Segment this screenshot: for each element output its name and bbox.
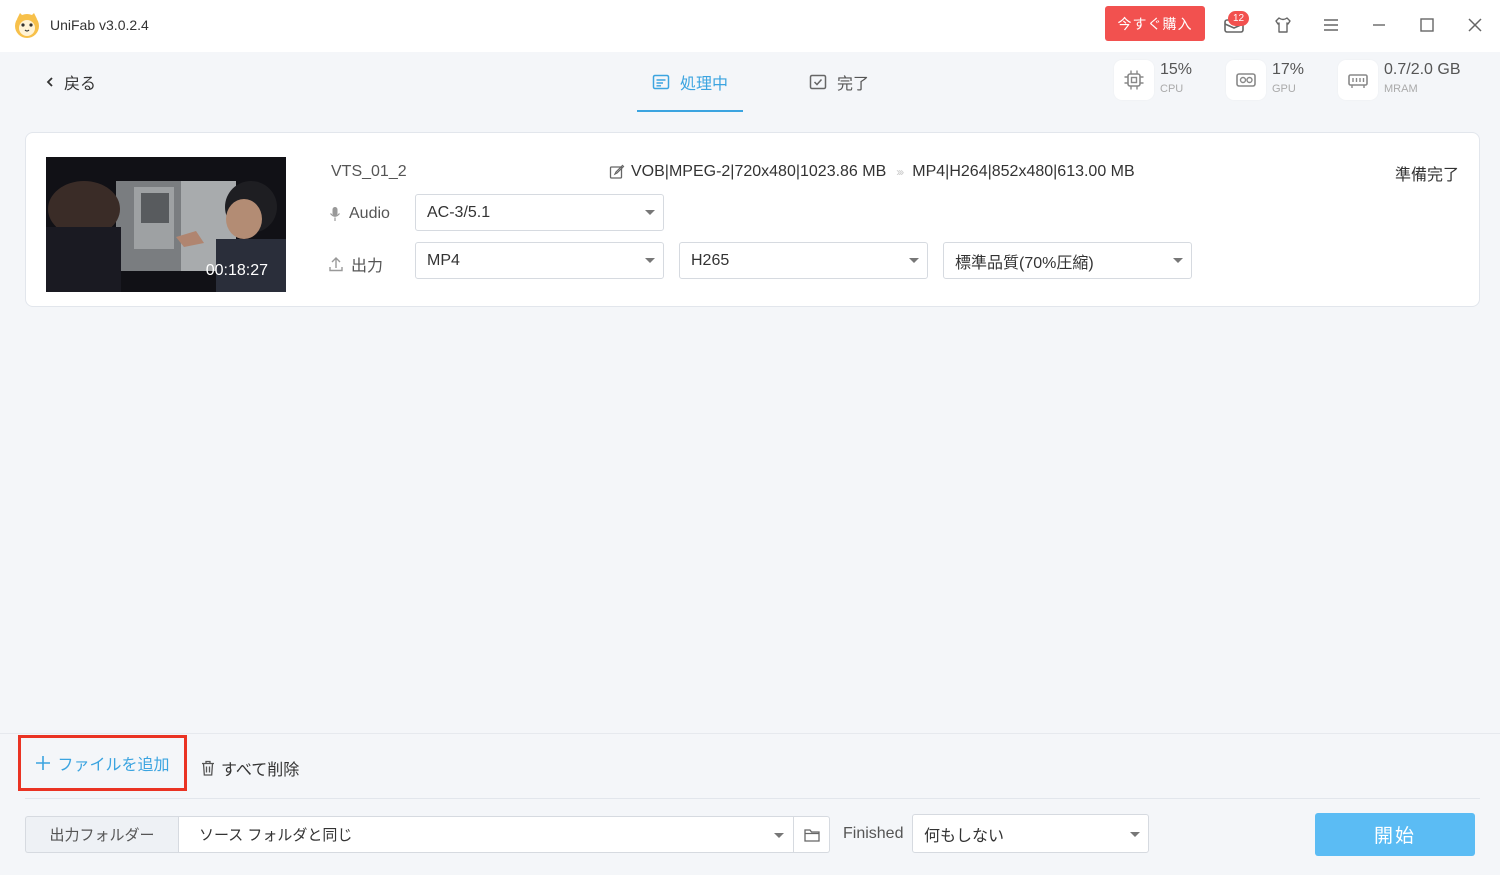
quality-value: 標準品質(70%圧縮) bbox=[955, 254, 1094, 272]
chevron-left-icon bbox=[46, 77, 53, 87]
output-folder-label: 出力フォルダー bbox=[25, 816, 178, 853]
edit-icon[interactable] bbox=[609, 164, 625, 180]
tab-completed-label: 完了 bbox=[837, 76, 870, 93]
close-icon[interactable] bbox=[1464, 14, 1486, 36]
output-folder-dropdown[interactable]: ソース フォルダと同じ bbox=[178, 816, 794, 853]
maximize-icon[interactable] bbox=[1416, 14, 1438, 36]
cpu-icon bbox=[1114, 60, 1154, 100]
add-file-button[interactable]: ファイルを追加 bbox=[18, 735, 187, 791]
audio-track-value: AC-3/5.1 bbox=[427, 203, 491, 221]
tab-completed[interactable]: 完了 bbox=[809, 52, 869, 112]
quality-dropdown[interactable]: 標準品質(70%圧縮) bbox=[943, 242, 1192, 279]
trash-icon bbox=[202, 760, 214, 776]
file-name: VTS_01_2 bbox=[331, 163, 407, 180]
cpu-label: CPU bbox=[1160, 83, 1184, 95]
video-thumbnail[interactable]: 00:18:27 bbox=[46, 157, 286, 292]
chevron-down-icon bbox=[645, 258, 655, 263]
output-row-label: 出力 bbox=[329, 252, 383, 276]
mram-label: MRAM bbox=[1384, 83, 1418, 95]
divider bbox=[25, 798, 1480, 799]
unifab-logo-icon bbox=[15, 13, 39, 38]
audio-row-label: Audio bbox=[329, 205, 390, 223]
audio-track-dropdown[interactable]: AC-3/5.1 bbox=[415, 194, 664, 231]
format-dropdown[interactable]: MP4 bbox=[415, 242, 664, 279]
tab-processing-label: 処理中 bbox=[680, 76, 729, 93]
minimize-icon[interactable] bbox=[1368, 14, 1390, 36]
notification-badge: 12 bbox=[1228, 11, 1249, 26]
audio-label: Audio bbox=[349, 205, 390, 222]
arrow-right-icon: ››› bbox=[896, 165, 904, 179]
back-label: 戻る bbox=[64, 76, 97, 93]
format-value: MP4 bbox=[427, 251, 460, 269]
cpu-stat: 15% CPU bbox=[1114, 60, 1192, 100]
conversion-info: VOB|MPEG-2|720x480|1023.86 MB ››› MP4|H2… bbox=[609, 163, 1135, 181]
cpu-value: 15% bbox=[1160, 61, 1193, 78]
buy-now-button[interactable]: 今すぐ購入 bbox=[1105, 6, 1205, 41]
microphone-icon bbox=[330, 207, 340, 221]
list-icon bbox=[652, 74, 670, 90]
start-button[interactable]: 開始 bbox=[1315, 813, 1475, 856]
target-info: MP4|H264|852x480|613.00 MB bbox=[912, 163, 1135, 180]
delete-all-label: すべて削除 bbox=[221, 762, 300, 779]
tab-processing[interactable]: 処理中 bbox=[636, 52, 744, 112]
check-box-icon bbox=[809, 74, 827, 90]
back-button[interactable]: 戻る bbox=[46, 70, 96, 94]
chevron-down-icon bbox=[774, 833, 784, 838]
upload-icon bbox=[329, 257, 343, 272]
chevron-down-icon bbox=[1173, 258, 1183, 263]
menu-icon[interactable] bbox=[1320, 14, 1342, 36]
gpu-stat: 17% GPU bbox=[1226, 60, 1304, 100]
mram-stat: 0.7/2.0 GB MRAM bbox=[1338, 60, 1461, 100]
plus-icon bbox=[36, 756, 51, 770]
codec-dropdown[interactable]: H265 bbox=[679, 242, 928, 279]
memory-icon bbox=[1338, 60, 1378, 100]
finished-action-dropdown[interactable]: 何もしない bbox=[912, 814, 1149, 853]
chevron-down-icon bbox=[909, 258, 919, 263]
gpu-label: GPU bbox=[1272, 83, 1296, 95]
delete-all-button[interactable]: すべて削除 bbox=[201, 756, 299, 780]
output-label: 出力 bbox=[351, 258, 384, 275]
folder-icon bbox=[803, 828, 820, 842]
finished-action-value: 何もしない bbox=[924, 827, 1005, 845]
file-card: 00:18:27 VTS_01_2 VOB|MPEG-2|720x480|102… bbox=[25, 132, 1480, 307]
title-bar: UniFab v3.0.2.4 今すぐ購入 12 bbox=[0, 0, 1500, 52]
chevron-down-icon bbox=[645, 210, 655, 215]
status-label: 準備完了 bbox=[1394, 167, 1459, 184]
chevron-down-icon bbox=[1130, 832, 1140, 837]
video-duration: 00:18:27 bbox=[205, 262, 268, 279]
finished-label: Finished bbox=[843, 825, 904, 842]
add-file-label: ファイルを追加 bbox=[57, 757, 170, 774]
app-title: UniFab v3.0.2.4 bbox=[50, 17, 149, 33]
output-folder-value: ソース フォルダと同じ bbox=[199, 827, 353, 844]
gpu-icon bbox=[1226, 60, 1266, 100]
bottom-panel bbox=[0, 733, 1500, 875]
codec-value: H265 bbox=[691, 251, 730, 269]
shirt-icon[interactable] bbox=[1272, 14, 1294, 36]
source-info: VOB|MPEG-2|720x480|1023.86 MB bbox=[631, 163, 887, 180]
mram-value: 0.7/2.0 GB bbox=[1384, 61, 1461, 78]
gpu-value: 17% bbox=[1272, 61, 1305, 78]
browse-folder-button[interactable] bbox=[794, 816, 830, 853]
